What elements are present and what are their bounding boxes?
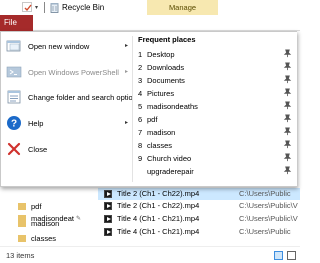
quick-access-properties-icon[interactable] <box>22 2 32 12</box>
status-bar: 13 items <box>0 246 300 263</box>
nav-item[interactable]: pdf <box>18 202 41 214</box>
recycle-bin-icon <box>50 2 59 13</box>
new-window-icon <box>6 38 22 54</box>
pin-icon[interactable] <box>283 75 292 84</box>
frequent-place-item[interactable]: 6 pdf <box>133 113 297 126</box>
file-path: C:\Users\Public <box>239 227 291 236</box>
window-title: Recycle Bin <box>62 3 105 12</box>
tab-file[interactable]: File <box>0 15 33 31</box>
folder-icon <box>18 202 26 210</box>
nav-item[interactable]: classes <box>18 234 56 246</box>
close-icon <box>6 141 22 157</box>
file-menu: Open new window ▸ Open Windows PowerShel… <box>0 31 297 187</box>
file-name[interactable]: Title 2 (Ch1 - Ch22).mp4 <box>117 189 199 198</box>
title-separator <box>44 2 45 13</box>
frequent-place-item[interactable]: 4 Pictures <box>133 87 297 100</box>
menu-item-help[interactable]: ? Help ▸ <box>1 113 131 133</box>
submenu-arrow-icon: ▸ <box>125 43 129 49</box>
powershell-icon <box>6 64 22 80</box>
folder-icon <box>18 234 26 242</box>
pin-icon[interactable] <box>283 62 292 71</box>
frequent-place-item[interactable]: upgraderepair <box>133 165 297 178</box>
pin-icon[interactable] <box>283 88 292 97</box>
pin-icon[interactable] <box>283 166 292 175</box>
menu-item-label: Open Windows PowerShell <box>28 68 119 77</box>
video-file-icon <box>104 202 112 210</box>
frequent-place-item[interactable]: 1 Desktop <box>133 48 297 61</box>
submenu-arrow-icon: ▸ <box>125 120 129 126</box>
pin-icon[interactable] <box>283 140 292 149</box>
file-path: C:\Users\Public <box>239 189 291 198</box>
pin-icon[interactable] <box>283 153 292 162</box>
ribbon-tabs: File <box>0 15 300 31</box>
pin-icon: ✎ <box>76 216 82 222</box>
menu-item-label: Close <box>28 145 48 154</box>
frequent-place-item[interactable]: 7 madison <box>133 126 297 139</box>
video-file-icon <box>104 215 112 223</box>
title-bar: ▾ Recycle Bin Manage <box>0 0 300 15</box>
submenu-arrow-icon: ▸ <box>125 69 129 75</box>
frequent-places-header: Frequent places <box>138 35 196 44</box>
file-path: C:\Users\Public\V <box>239 214 298 223</box>
frequent-place-item[interactable]: 5 madisondeaths <box>133 100 297 113</box>
video-file-icon <box>104 228 112 236</box>
menu-item-label: Help <box>28 119 44 128</box>
menu-item-label: Change folder and search options <box>28 93 141 102</box>
menu-item-label: Open new window <box>28 42 90 51</box>
menu-item-close[interactable]: Close <box>1 139 131 159</box>
frequent-place-item[interactable]: 2 Downloads <box>133 61 297 74</box>
pin-icon[interactable] <box>283 101 292 110</box>
file-path: C:\Users\Public\V <box>239 201 298 210</box>
file-name[interactable]: Title 2 (Ch1 - Ch22).mp4 <box>117 201 199 210</box>
help-icon: ? <box>6 115 22 131</box>
pin-icon[interactable] <box>283 49 292 58</box>
tab-manage[interactable]: Manage <box>147 0 218 15</box>
video-file-icon <box>104 190 112 198</box>
file-name[interactable]: Title 4 (Ch1 - Ch21).mp4 <box>117 227 199 236</box>
frequent-places-pane: Frequent places 1 Desktop 2 Downloads 3 … <box>133 32 297 186</box>
file-menu-commands: Open new window ▸ Open Windows PowerShel… <box>1 32 141 186</box>
large-icons-view-icon[interactable] <box>287 251 296 260</box>
quick-access-dropdown-icon[interactable]: ▾ <box>35 4 38 11</box>
menu-item-folder-options[interactable]: Change folder and search options <box>1 87 141 107</box>
pin-icon[interactable] <box>283 127 292 136</box>
pin-icon[interactable] <box>283 114 292 123</box>
folder-icon <box>18 219 26 227</box>
menu-item-open-new-window[interactable]: Open new window ▸ <box>1 36 131 56</box>
frequent-place-item[interactable]: 9 Church video <box>133 152 297 165</box>
folder-options-icon <box>6 89 22 105</box>
frequent-place-item[interactable]: 3 Documents <box>133 74 297 87</box>
svg-text:?: ? <box>11 119 17 130</box>
frequent-place-item[interactable]: 8 classes <box>133 139 297 152</box>
nav-item[interactable]: madison <box>18 219 59 231</box>
file-name[interactable]: Title 4 (Ch1 - Ch21).mp4 <box>117 214 199 223</box>
item-count: 13 items <box>6 251 35 260</box>
details-view-icon[interactable] <box>274 251 283 260</box>
menu-item-open-powershell[interactable]: Open Windows PowerShell ▸ <box>1 62 131 82</box>
